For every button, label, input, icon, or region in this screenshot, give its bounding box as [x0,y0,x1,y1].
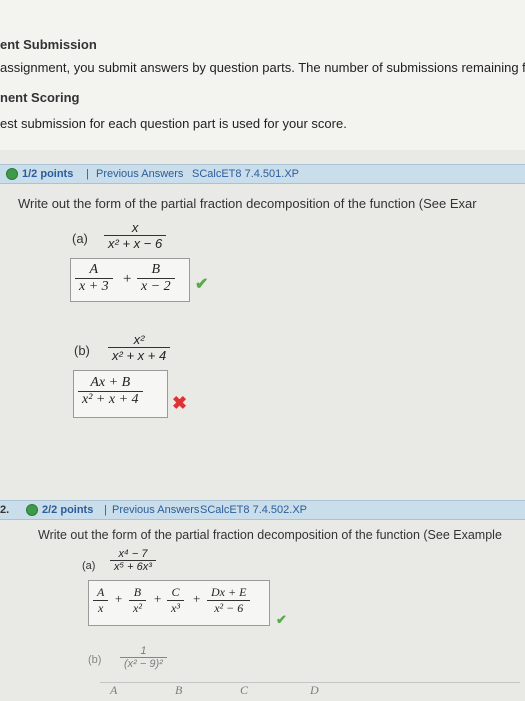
q2a-term2-den: x² [129,600,146,616]
q2-points: 2/2 points [42,504,94,516]
q1b-answer-den: x² + x + 4 [78,391,143,408]
q2b-term-a: A [110,683,118,697]
q2a-term-1: A x [93,585,109,616]
submission-text: assignment, you submit answers by questi… [0,60,525,75]
q2-part-a-label: (a) [82,560,96,572]
q2a-term2-num: B [133,585,142,599]
q2b-numerator: 1 [140,645,147,657]
submission-heading: ent Submission [0,37,97,52]
q2a-term-4: Dx + E x² − 6 [207,585,251,616]
q1a-numerator: x [131,220,139,235]
q1-part-b-function: x² x² + x + 4 [108,332,171,363]
q2-prompt: Write out the form of the partial fracti… [38,528,502,542]
q2-part-b-function: 1 (x² − 9)² [120,645,167,670]
q1-part-b-answer-box[interactable]: Ax + B x² + x + 4 [73,370,168,418]
q2a-term3-den: x³ [167,600,184,616]
q1a-plus: + [123,271,132,287]
q1a-term1-den: x + 3 [75,278,113,295]
q1a-answer-term-2: B x − 2 [137,262,175,295]
q2a-term-3: C x³ [167,585,184,616]
q2a-term-2: B x² [129,585,146,616]
correct-check-icon: ✔ [195,276,209,293]
q2a-term4-num: Dx + E [211,585,247,599]
scoring-text: est submission for each question part is… [0,116,347,131]
q1a-term1-num: A [89,262,99,277]
question-1-header: 1/2 points | Previous Answers SCalcET8 7… [0,164,525,184]
q2a-plus-1: + [115,591,123,606]
status-dot-icon [6,168,18,180]
q1-part-a-function: x x² + x − 6 [104,220,167,251]
q1b-answer: Ax + B x² + x + 4 [78,375,143,408]
question-2-header: 2. 2/2 points | Previous Answers SCalcET… [0,500,525,520]
q2a-term1-num: A [97,585,105,599]
q2a-term3-num: C [171,585,180,599]
incorrect-x-icon: ✖ [172,393,188,413]
q2a-denominator: x⁵ + 6x³ [110,560,156,573]
q2-number: 2. [0,504,10,516]
q1-prompt: Write out the form of the partial fracti… [18,196,477,211]
q2b-term-d: D [310,683,319,697]
q1b-numerator: x² [133,332,145,347]
q2a-term4-den: x² − 6 [207,600,251,616]
q1-part-b-label: (b) [74,343,90,358]
q1-separator: | [86,168,89,180]
q1a-answer-term-1: A x + 3 [75,262,113,295]
q2-part-a-function: x⁴ − 7 x⁵ + 6x³ [110,548,156,573]
q1-source: SCalcET8 7.4.501.XP [192,168,300,180]
q2-part-b-answer-box[interactable]: A B C D [100,682,520,701]
q1b-denominator: x² + x + 4 [108,347,171,363]
q1a-denominator: x² + x − 6 [104,235,167,251]
q1-part-a-answer-box[interactable]: A x + 3 + B x − 2 [70,258,190,302]
q1-points: 1/2 points [22,168,74,180]
q2a-plus-3: + [193,591,201,606]
q1b-answer-num: Ax + B [90,375,131,390]
q2-part-b-label: (b) [88,654,102,666]
q2-separator: | [104,504,107,516]
q2b-term-c: C [240,683,249,697]
q1a-term2-den: x − 2 [137,278,175,295]
q1a-term2-num: B [151,262,161,277]
q1-previous-answers-link[interactable]: Previous Answers [96,168,183,180]
q1-part-a-label: (a) [72,231,88,246]
q2b-term-b: B [175,683,183,697]
q2b-denominator: (x² − 9)² [120,657,167,670]
q2a-term1-den: x [93,600,109,616]
q2-previous-answers-link[interactable]: Previous Answers [112,504,199,516]
status-dot-icon [26,504,38,516]
q2a-numerator: x⁴ − 7 [118,548,148,560]
scoring-heading: nent Scoring [0,90,80,105]
correct-check-icon: ✔ [276,612,287,627]
q2-source: SCalcET8 7.4.502.XP [200,504,308,516]
q2a-plus-2: + [154,591,162,606]
q2-part-a-answer-box[interactable]: A x + B x² + C x³ + Dx + E x² − 6 [88,580,270,626]
